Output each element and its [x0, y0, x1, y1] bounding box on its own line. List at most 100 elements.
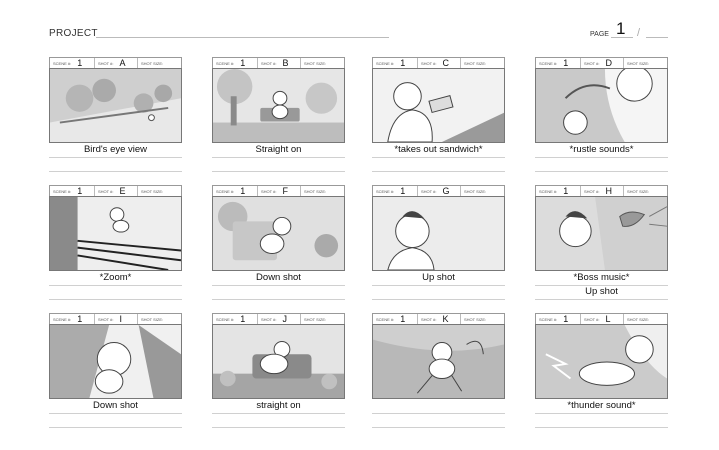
- shot-size-field: SHOT SIZE:: [138, 314, 181, 324]
- panel-caption: straight on: [256, 400, 301, 411]
- storyboard-panel-h: SCENE #: 1 SHOT #: H SHOT SIZE: *Boss mu…: [535, 185, 668, 300]
- scene-number: 1: [240, 58, 246, 68]
- shot-letter: E: [119, 186, 126, 196]
- caption-line: [372, 413, 505, 414]
- shot-label: SHOT #:: [584, 60, 600, 66]
- storyboard-panel-f: SCENE #: 1 SHOT #: F SHOT SIZE: Down sho…: [212, 185, 345, 300]
- caption-line: [49, 157, 182, 158]
- shot-label: SHOT #:: [261, 316, 277, 322]
- page-number: 1: [616, 19, 626, 38]
- storyboard-panel-c: SCENE #: 1 SHOT #: C SHOT SIZE: *takes o…: [372, 57, 505, 172]
- shot-label: SHOT #:: [261, 60, 277, 66]
- shot-size-field: SHOT SIZE:: [138, 58, 181, 68]
- shot-label: SHOT #:: [98, 188, 114, 194]
- shot-size-field: SHOT SIZE:: [301, 314, 344, 324]
- shot-field: SHOT #: B: [258, 58, 301, 68]
- sketch-image: [213, 69, 344, 142]
- shot-size-label: SHOT SIZE:: [304, 316, 327, 322]
- panel-caption: Up shot: [422, 272, 455, 283]
- panel-header: SCENE #: 1 SHOT #: G SHOT SIZE:: [372, 185, 505, 196]
- shot-field: SHOT #: E: [95, 186, 138, 196]
- panel-sketch: [372, 68, 505, 143]
- shot-size-label: SHOT SIZE:: [141, 60, 164, 66]
- caption-line: [49, 171, 182, 172]
- sketch-image: [50, 325, 181, 398]
- panel-caption: Down shot: [93, 400, 138, 411]
- scene-label: SCENE #:: [376, 60, 395, 66]
- shot-field: SHOT #: L: [581, 314, 624, 324]
- storyboard-panel-g: SCENE #: 1 SHOT #: G SHOT SIZE: Up shot: [372, 185, 505, 300]
- panel-sketch: [535, 68, 668, 143]
- shot-letter: G: [442, 186, 450, 196]
- panel-header: SCENE #: 1 SHOT #: K SHOT SIZE:: [372, 313, 505, 324]
- shot-size-label: SHOT SIZE:: [627, 60, 650, 66]
- project-name-line[interactable]: [96, 37, 389, 38]
- scene-label: SCENE #:: [376, 316, 395, 322]
- scene-field: SCENE #: 1: [536, 58, 581, 68]
- scene-number: 1: [563, 186, 569, 196]
- shot-size-field: SHOT SIZE:: [461, 314, 504, 324]
- scene-field: SCENE #: 1: [50, 58, 95, 68]
- panel-sketch: [49, 68, 182, 143]
- caption-line: [535, 157, 668, 158]
- shot-size-label: SHOT SIZE:: [627, 188, 650, 194]
- shot-letter: K: [442, 314, 449, 324]
- scene-label: SCENE #:: [216, 316, 235, 322]
- scene-field: SCENE #: 1: [50, 314, 95, 324]
- caption-line: [49, 427, 182, 428]
- panel-sketch: [212, 68, 345, 143]
- panel-header: SCENE #: 1 SHOT #: H SHOT SIZE:: [535, 185, 668, 196]
- storyboard-panel-k: SCENE #: 1 SHOT #: K SHOT SIZE:: [372, 313, 505, 428]
- scene-label: SCENE #:: [216, 60, 235, 66]
- shot-field: SHOT #: D: [581, 58, 624, 68]
- shot-letter: D: [605, 58, 613, 68]
- scene-field: SCENE #: 1: [213, 186, 258, 196]
- scene-number: 1: [77, 314, 83, 324]
- shot-letter: I: [119, 314, 123, 324]
- panel-caption: *rustle sounds*: [569, 144, 634, 155]
- caption-line: [212, 285, 345, 286]
- shot-field: SHOT #: A: [95, 58, 138, 68]
- shot-letter: J: [282, 314, 288, 324]
- panel-sketch: [535, 324, 668, 399]
- scene-number: 1: [77, 58, 83, 68]
- sketch-image: [373, 197, 504, 270]
- scene-label: SCENE #:: [53, 188, 72, 194]
- sketch-image: [373, 69, 504, 142]
- panel-sketch: [372, 196, 505, 271]
- panel-sketch: [535, 196, 668, 271]
- caption-line: [49, 299, 182, 300]
- shot-size-field: SHOT SIZE:: [461, 186, 504, 196]
- caption-line: [212, 299, 345, 300]
- panel-caption: *takes out sandwich*: [394, 144, 483, 155]
- shot-label: SHOT #:: [421, 60, 437, 66]
- scene-field: SCENE #: 1: [50, 186, 95, 196]
- shot-size-label: SHOT SIZE:: [304, 60, 327, 66]
- shot-size-field: SHOT SIZE:: [301, 186, 344, 196]
- sketch-image: [536, 69, 667, 142]
- sketch-image: [213, 197, 344, 270]
- scene-number: 1: [240, 314, 246, 324]
- sketch-image: [50, 197, 181, 270]
- scene-field: SCENE #: 1: [213, 58, 258, 68]
- shot-field: SHOT #: G: [418, 186, 461, 196]
- shot-label: SHOT #:: [584, 316, 600, 322]
- shot-size-field: SHOT SIZE:: [138, 186, 181, 196]
- scene-label: SCENE #:: [53, 60, 72, 66]
- shot-label: SHOT #:: [98, 60, 114, 66]
- project-label: PROJECT: [49, 28, 98, 39]
- shot-field: SHOT #: H: [581, 186, 624, 196]
- shot-letter: L: [605, 314, 611, 324]
- caption-line: [535, 413, 668, 414]
- scene-field: SCENE #: 1: [536, 314, 581, 324]
- caption-line: [212, 171, 345, 172]
- storyboard-panel-b: SCENE #: 1 SHOT #: B SHOT SIZE: Straight…: [212, 57, 345, 172]
- shot-size-label: SHOT SIZE:: [627, 316, 650, 322]
- shot-size-label: SHOT SIZE:: [304, 188, 327, 194]
- caption-line: [372, 171, 505, 172]
- shot-size-field: SHOT SIZE:: [624, 186, 667, 196]
- scene-label: SCENE #:: [539, 188, 558, 194]
- storyboard-panel-j: SCENE #: 1 SHOT #: J SHOT SIZE: straight…: [212, 313, 345, 428]
- shot-letter: C: [442, 58, 450, 68]
- scene-number: 1: [240, 186, 246, 196]
